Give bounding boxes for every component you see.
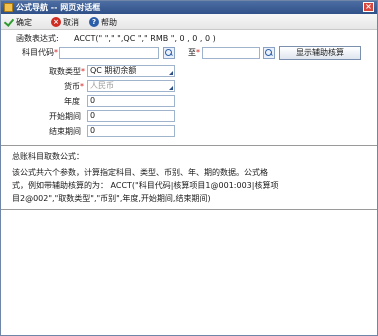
expression-value: ACCT(" "," ",QC "," RMB ", 0 , 0 , 0 ) [74, 34, 216, 43]
cancel-icon: × [51, 17, 61, 27]
help-icon: ? [89, 17, 99, 27]
fetch-type-label: 取数类型* [49, 67, 85, 76]
help-label: 帮助 [101, 17, 117, 27]
account-to-label: 至* [188, 48, 200, 57]
fetch-type-value: QC 期初余额 [90, 66, 137, 75]
app-icon [4, 3, 13, 12]
currency-label: 货币* [64, 82, 84, 91]
formula-description-line-1: 该公式共六个参数，计算指定科目、类型、币别、年、期的数据。公式格 [12, 168, 268, 177]
dialog-window: 公式导航 -- 网页对话框 × 确定 × 取消 ? 帮助 函数表达式: ACCT… [0, 0, 378, 336]
help-button[interactable]: ? 帮助 [89, 16, 117, 28]
account-code-to-input[interactable] [202, 47, 260, 59]
close-button[interactable]: × [363, 2, 374, 12]
divider [1, 145, 377, 146]
cancel-button[interactable]: × 取消 [51, 16, 79, 28]
formula-description-line-2: 式，例如带辅助核算的为： ACCT("科目代码|核算项目1@001:003|核算… [12, 181, 279, 190]
start-period-input[interactable]: 0 [87, 110, 175, 122]
year-input[interactable]: 0 [87, 95, 175, 107]
currency-select[interactable]: 人民币 [87, 80, 175, 92]
account-code-from-input[interactable] [59, 47, 159, 59]
end-period-label: 结束期间 [49, 127, 81, 136]
checkmark-icon [4, 17, 14, 27]
account-code-label: 科目代码* [22, 48, 58, 57]
dropdown-icon [169, 71, 173, 75]
show-aux-accounting-button[interactable]: 显示辅助核算 [279, 46, 361, 60]
window-title: 公式导航 -- 网页对话框 [16, 3, 101, 12]
start-period-label: 开始期间 [49, 112, 81, 121]
end-period-input[interactable]: 0 [87, 125, 175, 137]
expression-label: 函数表达式: [16, 34, 59, 43]
dropdown-icon [169, 86, 173, 90]
divider [1, 209, 377, 210]
currency-value: 人民币 [90, 81, 114, 90]
confirm-button[interactable]: 确定 [4, 16, 32, 28]
search-icon [165, 49, 173, 57]
title-bar: 公式导航 -- 网页对话框 × [1, 1, 377, 14]
search-icon [265, 49, 273, 57]
account-from-browse-button[interactable] [163, 47, 175, 59]
cancel-label: 取消 [63, 17, 79, 27]
formula-description-line-3: 目2@002","取数类型","币别",年度,开始期间,结束期间) [12, 194, 211, 203]
year-label: 年度 [64, 97, 80, 106]
formula-description-heading: 总账科目取数公式： [12, 152, 84, 161]
fetch-type-select[interactable]: QC 期初余额 [87, 65, 175, 77]
confirm-label: 确定 [16, 17, 32, 27]
toolbar: 确定 × 取消 ? 帮助 [1, 14, 377, 30]
account-to-browse-button[interactable] [263, 47, 275, 59]
